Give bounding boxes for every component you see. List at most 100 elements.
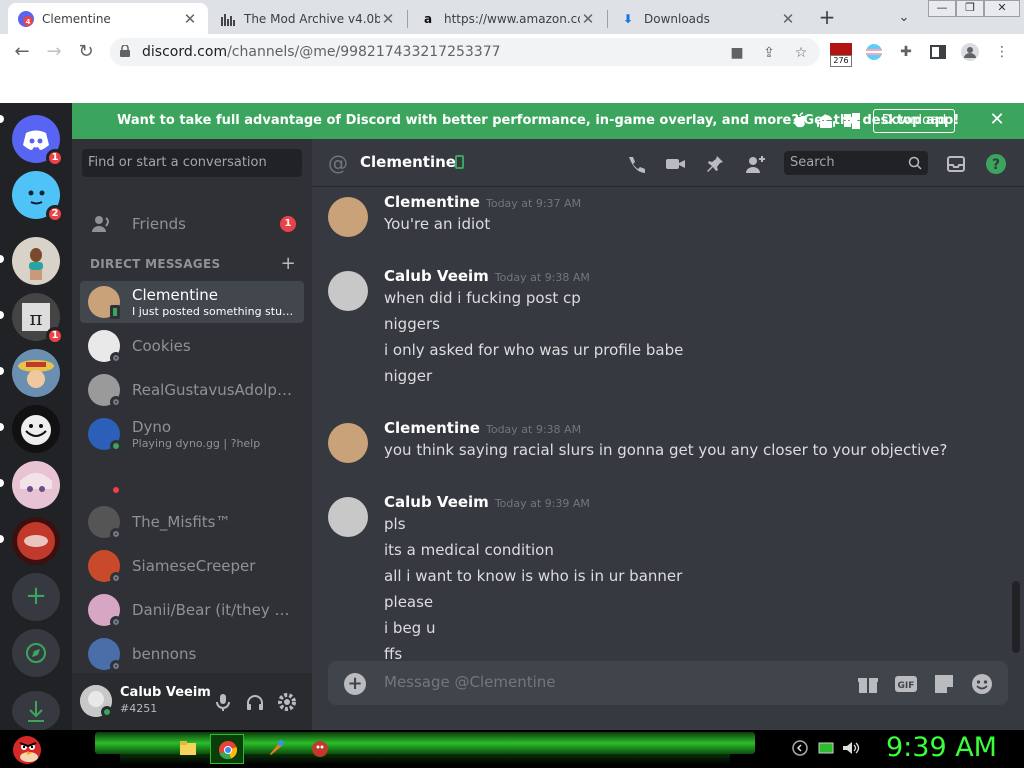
find-conversation-input[interactable]: Find or start a conversation	[82, 149, 302, 177]
headphones-icon[interactable]	[244, 691, 266, 713]
message-author-avatar[interactable]	[328, 197, 368, 237]
tab-search-chevron-icon[interactable]: ⌄	[894, 6, 914, 30]
server-blue-face[interactable]: 2	[12, 171, 64, 223]
close-tab-icon[interactable]: ✕	[780, 10, 796, 28]
tab-downloads[interactable]: ⬇ Downloads ✕	[610, 3, 806, 34]
help-question-icon[interactable]: ?	[985, 153, 1007, 175]
add-server-button[interactable]: +	[12, 573, 60, 621]
volume-tray-icon[interactable]	[840, 738, 860, 758]
message-author[interactable]: Calub Veeim Today at 9:39 AM	[384, 493, 590, 511]
emoji-picker-icon[interactable]	[970, 672, 994, 696]
explore-servers-button[interactable]	[12, 629, 60, 677]
profile-avatar-icon[interactable]	[960, 42, 980, 62]
messages-scrollbar[interactable]	[1012, 581, 1020, 653]
dm-item[interactable]: Danii/Bear (it/they + ...	[80, 589, 304, 631]
friends-label: Friends	[132, 215, 186, 233]
chrome-taskbar-button[interactable]	[210, 734, 244, 764]
restore-window-button[interactable]: ❐	[956, 0, 984, 17]
camera-blocked-icon[interactable]: ■	[728, 44, 746, 62]
chat-search-input[interactable]: Search	[784, 151, 928, 175]
tab-title: Clementine	[42, 11, 111, 26]
message-author[interactable]: Clementine Today at 9:37 AM	[384, 193, 581, 211]
pinned-messages-icon[interactable]	[704, 153, 726, 175]
close-banner-icon[interactable]: ✕	[986, 109, 1008, 131]
sticker-icon[interactable]	[932, 672, 956, 696]
unread-pill	[0, 367, 4, 375]
tray-expand-icon[interactable]	[790, 738, 810, 758]
start-voice-call-icon[interactable]	[624, 153, 646, 175]
dm-item[interactable]: RealGustavusAdolphus	[80, 369, 304, 411]
message-composer[interactable]: + Message @Clementine GIF	[328, 661, 1008, 705]
download-apps-button[interactable]	[12, 691, 60, 731]
dm-item[interactable]: Clementine I just posted something stupid…	[80, 281, 304, 323]
side-panel-icon[interactable]	[928, 42, 948, 62]
new-tab-button[interactable]: +	[815, 6, 839, 30]
gif-picker-icon[interactable]: GIF	[894, 672, 918, 696]
add-friends-to-dm-icon[interactable]	[744, 153, 766, 175]
attach-plus-icon[interactable]: +	[344, 673, 366, 695]
start-video-call-icon[interactable]	[664, 153, 686, 175]
tab-mod-archive[interactable]: The Mod Archive v4.0b - ✕	[210, 3, 406, 34]
author-name[interactable]: Calub Veeim	[384, 267, 489, 285]
close-tab-icon[interactable]: ✕	[580, 10, 596, 28]
taskbar-clock[interactable]: 9:39 AM	[886, 732, 997, 763]
microphone-icon[interactable]	[212, 691, 234, 713]
reload-icon[interactable]: ↻	[74, 40, 98, 64]
pride-extension-icon[interactable]	[864, 42, 884, 62]
message-author-avatar[interactable]	[328, 271, 368, 311]
settings-gear-icon[interactable]	[276, 691, 298, 713]
close-tab-icon[interactable]: ✕	[182, 10, 198, 28]
create-dm-plus-icon[interactable]: +	[281, 253, 296, 274]
message-timestamp: Today at 9:37 AM	[485, 197, 582, 210]
mobile-status-icon	[110, 305, 120, 319]
search-icon	[908, 156, 922, 170]
dm-item[interactable]: Dyno Playing dyno.gg | ?help	[80, 413, 304, 455]
file-explorer-icon[interactable]	[178, 738, 198, 758]
minimize-window-button[interactable]: —	[928, 0, 956, 17]
dm-item[interactable]	[80, 457, 304, 499]
author-name[interactable]: Clementine	[384, 419, 480, 437]
browser-menu-icon[interactable]: ⋮	[992, 42, 1012, 62]
friends-nav-item[interactable]: Friends 1	[80, 203, 304, 245]
battery-tray-icon[interactable]	[816, 738, 836, 758]
server-figure[interactable]	[12, 237, 60, 285]
server-straw-hat[interactable]	[12, 349, 60, 397]
extensions-puzzle-icon[interactable]: ✚	[896, 42, 916, 62]
gift-icon[interactable]	[856, 672, 880, 696]
dm-name: SiameseCreeper	[132, 557, 256, 575]
share-icon[interactable]: ⇪	[760, 44, 778, 62]
message-text: pls	[384, 515, 406, 533]
calendar-extension-icon[interactable]: 276	[830, 43, 852, 67]
message-author-avatar[interactable]	[328, 497, 368, 537]
bookmark-star-icon[interactable]: ☆	[792, 44, 810, 62]
dm-item[interactable]: Cookies	[80, 325, 304, 367]
discord-home-button[interactable]: 1	[12, 115, 64, 167]
address-bar[interactable]: discord.com/channels/@me/998217433217253…	[110, 38, 820, 66]
server-anime[interactable]	[12, 461, 60, 509]
close-tab-icon[interactable]: ✕	[380, 10, 396, 28]
dm-item[interactable]: bennons	[80, 633, 304, 675]
author-name[interactable]: Calub Veeim	[384, 493, 489, 511]
message-author-avatar[interactable]	[328, 423, 368, 463]
tab-clementine[interactable]: 4 Clementine ✕	[8, 3, 208, 34]
dm-item[interactable]: SiameseCreeper	[80, 545, 304, 587]
download-button[interactable]: Download	[873, 109, 955, 133]
message-input[interactable]: Message @Clementine	[384, 673, 556, 691]
message-author[interactable]: Calub Veeim Today at 9:38 AM	[384, 267, 590, 285]
back-arrow-icon[interactable]: ←	[10, 40, 34, 64]
author-name[interactable]: Clementine	[384, 193, 480, 211]
angry-birds-game-icon[interactable]	[310, 738, 330, 758]
close-window-button[interactable]: ✕	[984, 0, 1020, 17]
angry-bird-start-icon[interactable]	[8, 730, 46, 768]
message-author[interactable]: Clementine Today at 9:38 AM	[384, 419, 581, 437]
server-troll[interactable]	[12, 405, 60, 453]
inbox-icon[interactable]	[945, 153, 967, 175]
forward-arrow-icon[interactable]: →	[42, 40, 66, 64]
paint-app-icon[interactable]	[266, 738, 286, 758]
server-bw[interactable]: π 1	[12, 293, 64, 345]
tab-amazon[interactable]: a https://www.amazon.com ✕	[410, 3, 606, 34]
unread-pill	[0, 423, 4, 431]
server-red[interactable]	[12, 517, 60, 565]
message-text: i only asked for who was ur profile babe	[384, 341, 684, 359]
dm-item[interactable]: The_Misfits™	[80, 501, 304, 543]
